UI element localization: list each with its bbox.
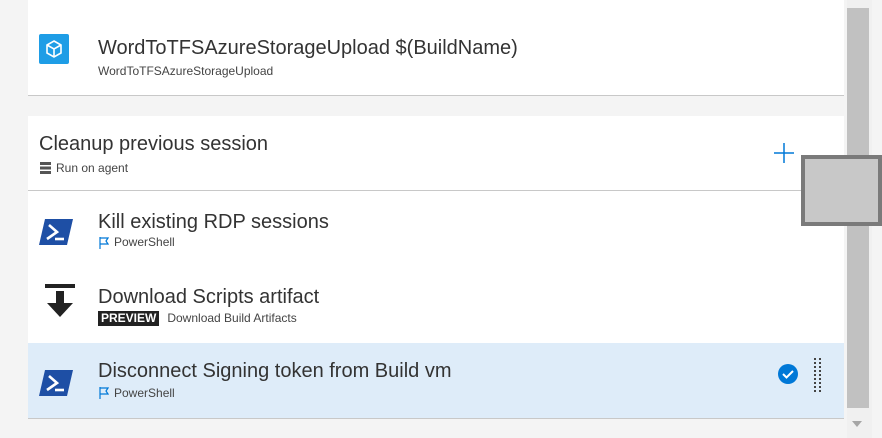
- drag-handle-icon[interactable]: [813, 358, 823, 398]
- task-title: Download Scripts artifact: [98, 286, 320, 308]
- checkmark-circle-icon[interactable]: [777, 363, 799, 385]
- task-subtitle: PowerShell: [114, 235, 175, 249]
- phase-header[interactable]: Cleanup previous session Run on agent: [28, 116, 844, 190]
- drag-overlay: [801, 155, 882, 226]
- task-subtitle-row: PREVIEW Download Build Artifacts: [98, 311, 297, 326]
- powershell-icon: [39, 368, 73, 398]
- preview-badge: PREVIEW: [98, 311, 160, 326]
- scroll-down-arrow-icon[interactable]: [852, 421, 862, 427]
- task-title: Disconnect Signing token from Build vm: [98, 360, 452, 382]
- download-arrow-icon: [45, 281, 75, 327]
- task-title: Kill existing RDP sessions: [98, 211, 329, 233]
- task-subtitle: Download Build Artifacts: [167, 311, 297, 325]
- task-subtitle: WordToTFSAzureStorageUpload: [98, 64, 274, 78]
- phase-subtitle: Run on agent: [56, 161, 129, 175]
- task-item-kill-rdp-sessions[interactable]: Kill existing RDP sessions PowerShell: [28, 191, 844, 266]
- plus-icon[interactable]: [773, 142, 795, 164]
- phase-title: Cleanup previous session: [39, 133, 269, 155]
- task-list-panel: WordToTFSAzureStorageUpload $(BuildName)…: [28, 0, 844, 438]
- powershell-icon: [39, 217, 73, 247]
- flag-icon: [99, 386, 110, 399]
- divider: [28, 95, 844, 96]
- package-icon: [39, 34, 69, 64]
- task-item-download-scripts[interactable]: Download Scripts artifact PREVIEW Downloa…: [28, 266, 844, 343]
- task-subtitle: PowerShell: [114, 386, 175, 400]
- flag-icon: [99, 236, 110, 249]
- divider: [28, 418, 844, 419]
- server-icon: [40, 161, 51, 174]
- task-title: WordToTFSAzureStorageUpload $(BuildName): [98, 37, 518, 59]
- task-item-disconnect-signing-token[interactable]: Disconnect Signing token from Build vm P…: [28, 343, 844, 418]
- task-item-azure-storage-upload[interactable]: WordToTFSAzureStorageUpload $(BuildName)…: [28, 0, 844, 95]
